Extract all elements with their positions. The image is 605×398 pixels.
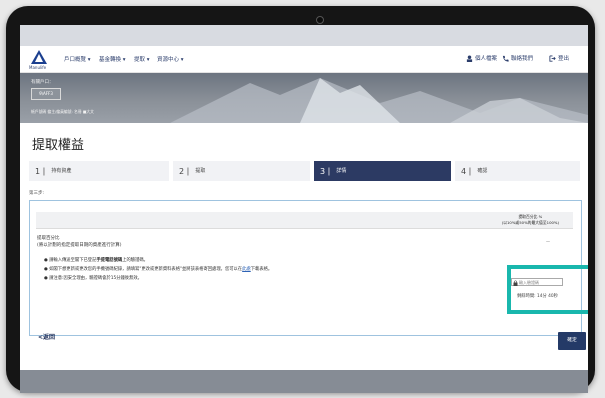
download-form-link[interactable]: 此處 [242, 267, 251, 272]
logout-icon [549, 54, 556, 62]
menu-resource-center[interactable]: 資源中心 ▾ [157, 55, 184, 63]
menu-withdraw[interactable]: 提取 ▾ [134, 55, 150, 63]
page-title: 提取權益 [32, 138, 85, 153]
table-header: 提取百分比 % (以10%或50%的最大值至100%) [36, 212, 573, 229]
percentage-column-header: 提取百分比 % (以10%或50%的最大值至100%) [501, 214, 559, 225]
instructions-list: ● 請輸入傳送至閣下已登記手提電話號碼上的驗證碼。 ● 如閣下想更新或更改您的手… [44, 256, 272, 283]
confirm-button[interactable]: 確定 [558, 332, 586, 350]
section-title: 提取百分比 (將以計劃的指定提取日期的資產進行計算) [37, 236, 122, 248]
tablet-frame: Manulife 戶口概覽 ▾ 基金轉換 ▾ 提取 ▾ 資源中心 ▾ 個人檔案 … [6, 6, 595, 393]
camera-dot [316, 16, 324, 24]
step-progress: 1 | 持有資產 2 | 提取 3 | 詳情 4 | 確認 [29, 161, 580, 181]
logout-link[interactable]: 登出 [549, 54, 569, 62]
account-banner: 有關戶口： 9\AFF3 帳戶號碼 僱主/僱員編號: 名冊 ■大文 [20, 73, 588, 123]
menu-account-overview[interactable]: 戶口概覽 ▾ [64, 55, 91, 63]
mountain-image [170, 78, 588, 123]
details-card: 提取百分比 % (以10%或50%的最大值至100%) 提取百分比 (將以計劃的… [29, 200, 582, 336]
account-info: 帳戶號碼 僱主/僱員編號: 名冊 ■大文 [31, 109, 94, 114]
top-gap [20, 25, 588, 46]
step-note: 第三步: [29, 191, 45, 196]
step-3: 3 | 詳情 [314, 161, 451, 181]
account-label: 有關戶口： [31, 80, 54, 85]
highlight-box [507, 265, 588, 314]
screen: Manulife 戶口概覽 ▾ 基金轉換 ▾ 提取 ▾ 資源中心 ▾ 個人檔案 … [20, 25, 588, 393]
menu-fund-switch[interactable]: 基金轉換 ▾ [99, 55, 126, 63]
step-4: 4 | 確認 [455, 161, 580, 181]
percentage-value: — [546, 239, 550, 244]
list-item: ● 請輸入傳送至閣下已登記手提電話號碼上的驗證碼。 [44, 258, 148, 263]
step-1: 1 | 持有資產 [29, 161, 169, 181]
profile-link[interactable]: 個人檔案 [466, 54, 497, 62]
back-link[interactable]: <返回 [38, 332, 55, 341]
phone-icon [502, 55, 509, 62]
contact-link[interactable]: 聯絡我們 [502, 54, 533, 62]
footer [20, 370, 588, 393]
top-nav: Manulife 戶口概覽 ▾ 基金轉換 ▾ 提取 ▾ 資源中心 ▾ 個人檔案 … [20, 46, 588, 73]
account-selector[interactable]: 9\AFF3 [31, 88, 61, 100]
list-item: ● 如閣下想更新或更改您的手機號碼紀錄，請填寫"更改或更新資料表格"並將該表格寄… [44, 267, 273, 272]
person-icon [466, 54, 473, 62]
logo-text: Manulife [29, 65, 47, 70]
step-2: 2 | 提取 [173, 161, 310, 181]
list-item: ● 請注意:因安全理由，驗證碼會於15分鐘後無效。 [44, 276, 142, 281]
